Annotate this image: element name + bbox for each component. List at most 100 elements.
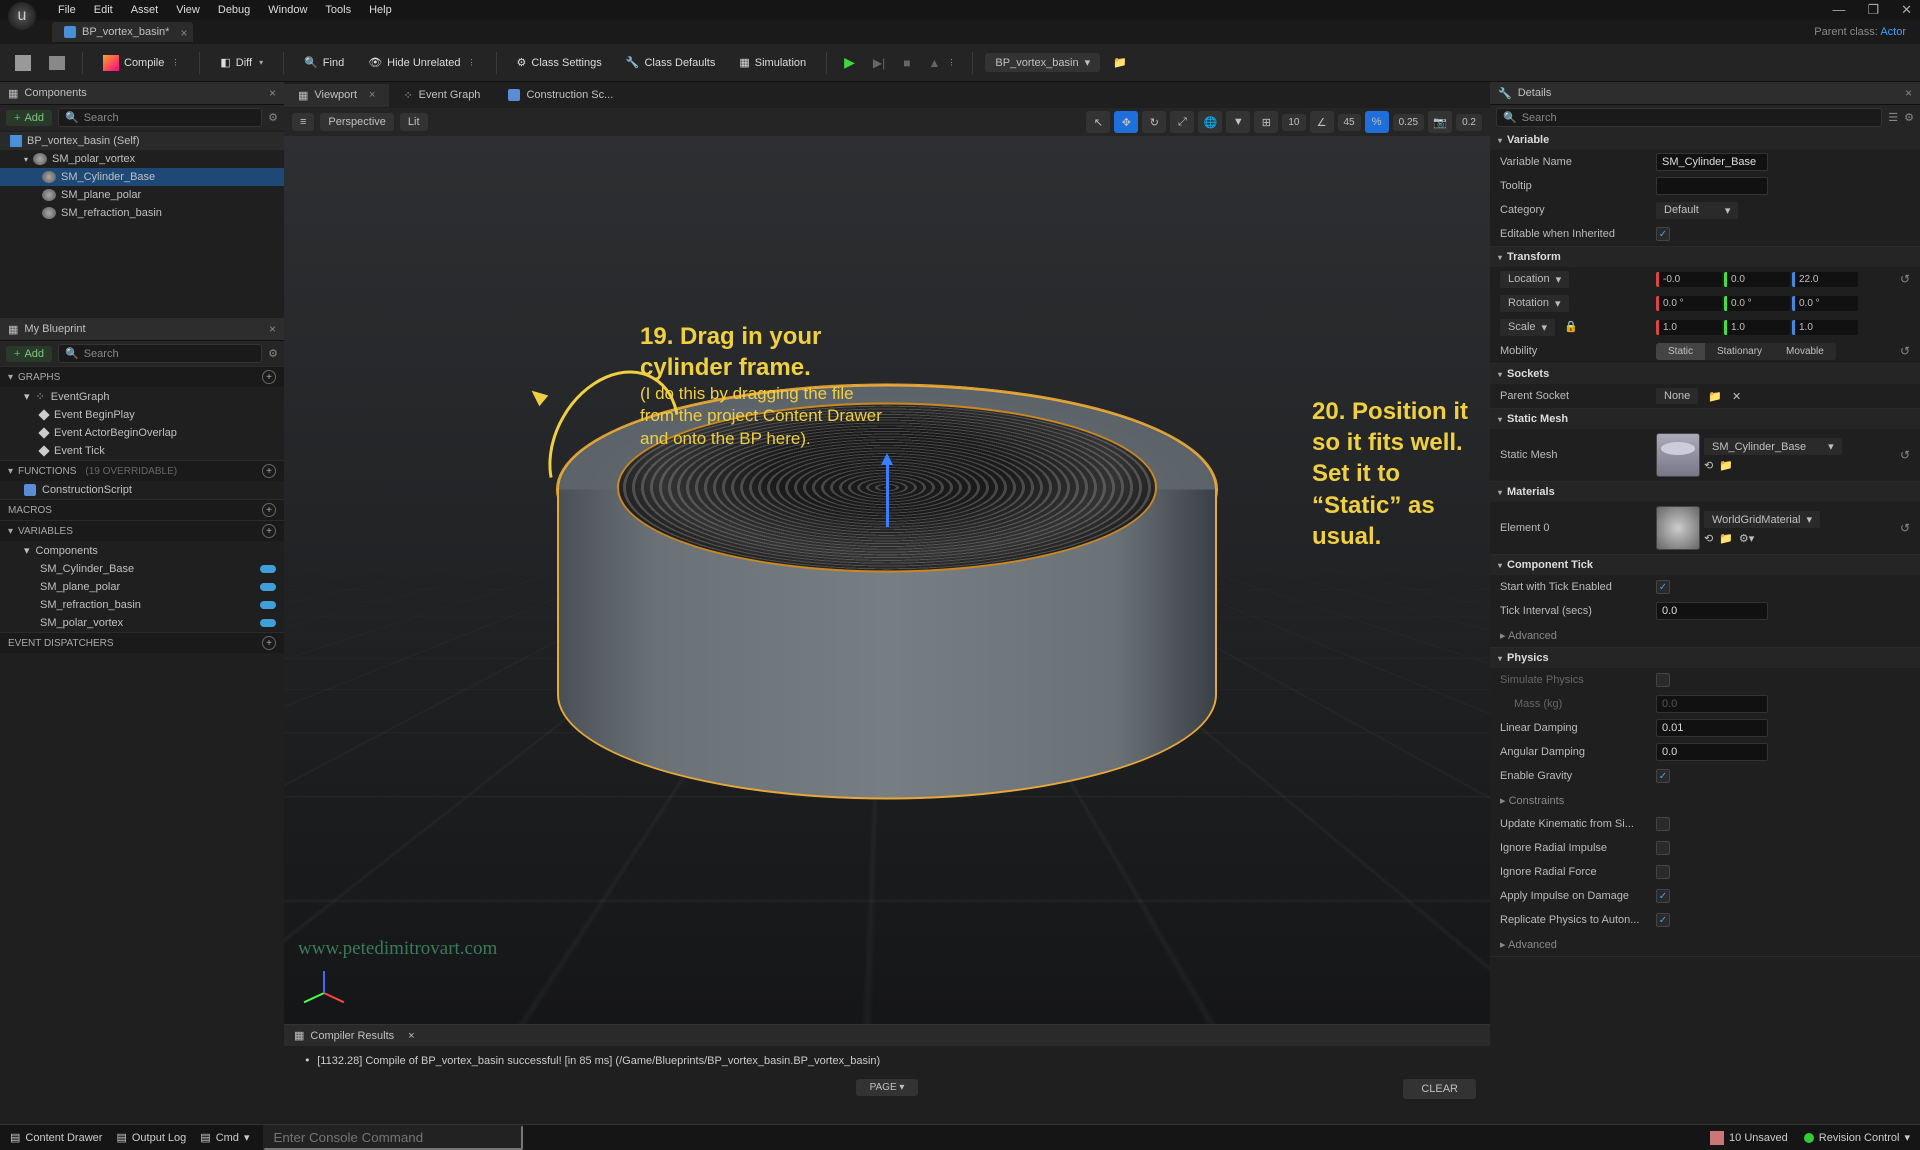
save-button[interactable] xyxy=(10,51,36,75)
class-settings-button[interactable]: ⚙Class Settings xyxy=(509,52,610,73)
myblueprint-search[interactable]: 🔍Search xyxy=(58,344,262,363)
maximize-icon[interactable]: ❐ xyxy=(1867,2,1879,18)
content-drawer-button[interactable]: ▤Content Drawer xyxy=(10,1131,102,1144)
details-search[interactable]: 🔍Search xyxy=(1496,108,1882,127)
variable-item[interactable]: SM_refraction_basin xyxy=(0,596,284,614)
reset-icon[interactable]: ↺ xyxy=(1900,448,1910,462)
blueprint-dropdown[interactable]: BP_vortex_basin▾ xyxy=(985,53,1100,72)
use-selected-icon[interactable]: ⟲ xyxy=(1704,532,1713,545)
compile-button[interactable]: Compile⋮ xyxy=(95,51,187,75)
diff-button[interactable]: ◧Diff▾ xyxy=(212,52,271,73)
add-icon[interactable]: + xyxy=(262,370,276,384)
panel-close-icon[interactable]: × xyxy=(269,322,276,336)
location-vector[interactable]: -0.00.022.0 xyxy=(1656,272,1858,287)
section-static-mesh[interactable]: ▾Static Mesh xyxy=(1490,409,1920,429)
linear-damping-input[interactable] xyxy=(1656,719,1768,737)
variables-group[interactable]: ▾Components xyxy=(0,541,284,560)
parent-socket-input[interactable]: None xyxy=(1656,388,1698,404)
event-item[interactable]: Event ActorBeginOverlap xyxy=(0,424,284,442)
material-dropdown[interactable]: WorldGridMaterial ▾ xyxy=(1704,511,1820,528)
simulate-physics-checkbox[interactable] xyxy=(1656,673,1670,687)
variable-item[interactable]: SM_polar_vortex xyxy=(0,614,284,632)
menu-file[interactable]: File xyxy=(58,4,76,16)
page-dropdown[interactable]: PAGE ▾ xyxy=(856,1079,919,1096)
browse-icon[interactable]: 📁 xyxy=(1719,532,1733,545)
minimize-icon[interactable]: — xyxy=(1832,2,1845,18)
macros-section[interactable]: MACROS+ xyxy=(0,499,284,520)
scale-snap-value[interactable]: 0.25 xyxy=(1393,114,1424,131)
tree-item[interactable]: ▾SM_polar_vortex xyxy=(0,150,284,168)
lit-dropdown[interactable]: Lit xyxy=(400,113,428,131)
tree-root[interactable]: BP_vortex_basin (Self) xyxy=(0,132,284,150)
variable-name-input[interactable] xyxy=(1656,153,1768,171)
tab-event-graph[interactable]: ⁘Event Graph xyxy=(389,84,494,107)
section-physics[interactable]: ▾Physics xyxy=(1490,648,1920,668)
console-command-input[interactable] xyxy=(263,1125,523,1150)
eventgraph-item[interactable]: ▾⁘EventGraph xyxy=(0,387,284,406)
functions-section[interactable]: ▾FUNCTIONS(19 OVERRIDABLE)+ xyxy=(0,460,284,481)
add-icon[interactable]: + xyxy=(262,503,276,517)
gear-icon[interactable]: ⚙ xyxy=(268,347,278,360)
add-icon[interactable]: + xyxy=(262,524,276,538)
play-button[interactable]: ▶ xyxy=(839,50,860,75)
variable-item[interactable]: SM_plane_polar xyxy=(0,578,284,596)
close-icon[interactable]: ✕ xyxy=(1901,2,1912,18)
add-blueprint-button[interactable]: +Add xyxy=(6,346,52,362)
tree-item[interactable]: SM_refraction_basin xyxy=(0,204,284,222)
find-button[interactable]: 🔍Find xyxy=(296,52,352,73)
camera-speed-value[interactable]: 0.2 xyxy=(1456,114,1482,131)
gear-icon[interactable]: ⚙ xyxy=(1904,111,1914,124)
filter-icon[interactable]: ☰ xyxy=(1888,111,1898,124)
settings-icon[interactable]: ⚙▾ xyxy=(1739,532,1754,545)
replicate-physics-checkbox[interactable]: ✓ xyxy=(1656,913,1670,927)
components-search[interactable]: 🔍Search xyxy=(58,108,262,127)
section-sockets[interactable]: ▾Sockets xyxy=(1490,364,1920,384)
radial-impulse-checkbox[interactable] xyxy=(1656,841,1670,855)
reset-icon[interactable]: ↺ xyxy=(1900,521,1910,535)
event-item[interactable]: Event BeginPlay xyxy=(0,406,284,424)
editable-checkbox[interactable]: ✓ xyxy=(1656,227,1670,241)
viewport-menu[interactable]: ≡ xyxy=(292,113,314,131)
panel-close-icon[interactable]: × xyxy=(269,86,276,100)
clear-icon[interactable]: ✕ xyxy=(1732,390,1741,403)
use-selected-icon[interactable]: ⟲ xyxy=(1704,459,1713,472)
apply-impulse-checkbox[interactable]: ✓ xyxy=(1656,889,1670,903)
rotation-dropdown[interactable]: Rotation ▾ xyxy=(1500,295,1569,312)
tick-interval-input[interactable] xyxy=(1656,602,1768,620)
close-icon[interactable]: × xyxy=(408,1030,414,1042)
constraints-toggle[interactable]: ▸ Constraints xyxy=(1500,794,1656,807)
category-dropdown[interactable]: Default▾ xyxy=(1656,202,1738,219)
gear-icon[interactable]: ⚙ xyxy=(268,111,278,124)
mobility-movable[interactable]: Movable xyxy=(1774,343,1836,360)
viewport-3d[interactable]: 19. Drag in your cylinder frame. (I do t… xyxy=(284,136,1490,1024)
pause-button[interactable]: ▶| xyxy=(868,52,890,74)
world-local-toggle[interactable]: 🌐 xyxy=(1198,111,1222,133)
tree-item[interactable]: SM_plane_polar xyxy=(0,186,284,204)
parent-class-link[interactable]: Actor xyxy=(1880,26,1906,38)
kinematic-checkbox[interactable] xyxy=(1656,817,1670,831)
location-dropdown[interactable]: Location ▾ xyxy=(1500,271,1569,288)
perspective-dropdown[interactable]: Perspective xyxy=(320,113,393,131)
graphs-section[interactable]: ▾GRAPHS+ xyxy=(0,366,284,387)
function-item[interactable]: ConstructionScript xyxy=(0,481,284,499)
move-tool[interactable]: ✥ xyxy=(1114,111,1138,133)
menu-debug[interactable]: Debug xyxy=(218,4,250,16)
tab-construction-script[interactable]: Construction Sc... xyxy=(494,84,627,106)
section-materials[interactable]: ▾Materials xyxy=(1490,482,1920,502)
eject-button[interactable]: ▲⋮ xyxy=(924,52,961,74)
revision-control-button[interactable]: Revision Control ▾ xyxy=(1804,1131,1910,1145)
menu-edit[interactable]: Edit xyxy=(94,4,113,16)
section-transform[interactable]: ▾Transform xyxy=(1490,247,1920,267)
close-icon[interactable]: × xyxy=(369,89,375,101)
angle-snap-value[interactable]: 45 xyxy=(1338,114,1361,131)
browse-icon[interactable]: 📁 xyxy=(1708,390,1722,403)
panel-close-icon[interactable]: × xyxy=(1905,86,1912,100)
static-mesh-dropdown[interactable]: SM_Cylinder_Base ▾ xyxy=(1704,438,1842,455)
advanced-toggle[interactable]: ▸ Advanced xyxy=(1500,938,1656,951)
mesh-thumbnail[interactable] xyxy=(1656,433,1700,477)
menu-help[interactable]: Help xyxy=(369,4,392,16)
rotation-vector[interactable]: 0.0 °0.0 °0.0 ° xyxy=(1656,296,1858,311)
grid-snap[interactable]: ⊞ xyxy=(1254,111,1278,133)
reset-icon[interactable]: ↺ xyxy=(1900,272,1910,286)
grid-snap-value[interactable]: 10 xyxy=(1282,114,1305,131)
